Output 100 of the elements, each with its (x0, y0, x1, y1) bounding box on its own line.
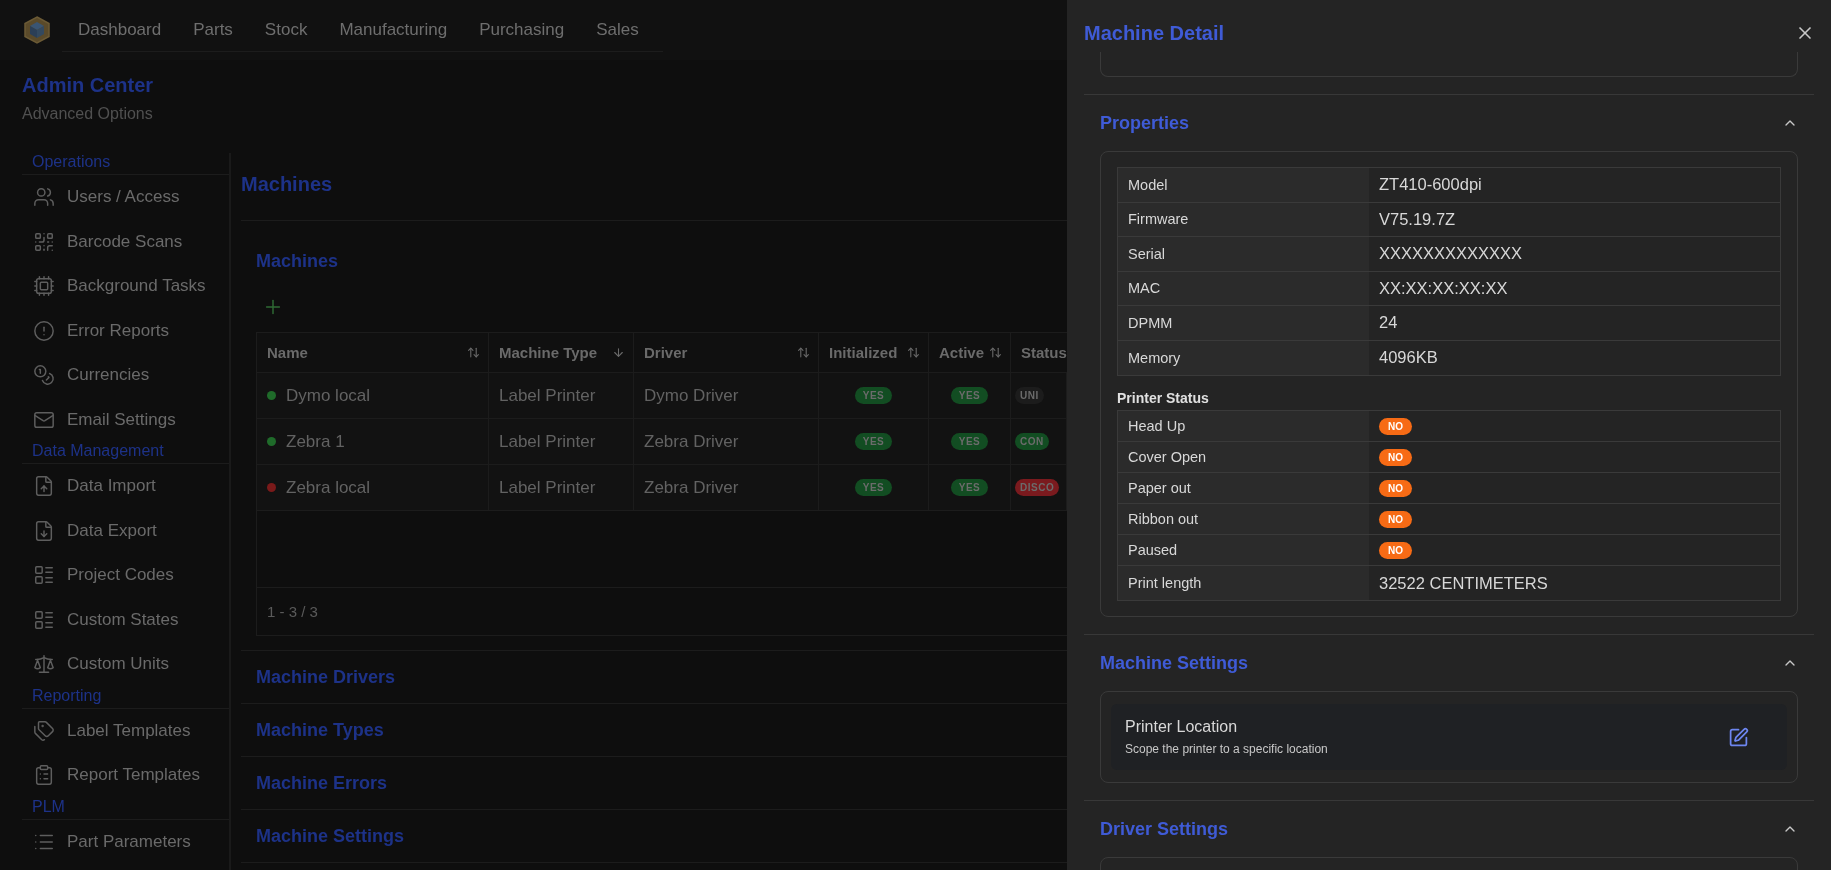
column-header[interactable]: Machine Type (489, 333, 634, 372)
accordion-header[interactable]: Properties (1084, 95, 1814, 151)
sidebar-item[interactable]: Error Reports (22, 308, 229, 353)
property-value: XXXXXXXXXXXXX (1378, 243, 1524, 265)
property-label: Paper out (1118, 473, 1369, 503)
page-title: Admin Center (21, 73, 155, 97)
column-header[interactable]: Active (929, 333, 1011, 372)
sidebar-item[interactable]: Barcode Scans (22, 219, 229, 264)
property-label: Ribbon out (1118, 504, 1369, 534)
nav-tab[interactable]: Manufacturing (323, 19, 464, 40)
edit-button[interactable] (1728, 726, 1749, 748)
property-label: Cover Open (1118, 442, 1369, 472)
sort-icon[interactable] (797, 346, 810, 359)
sidebar-item-icon (33, 608, 55, 631)
table-cell: Dymo local (286, 385, 371, 406)
sort-descending-icon[interactable] (612, 346, 625, 359)
table-cell: Zebra 1 (286, 431, 345, 452)
sidebar-item[interactable]: Currencies (22, 353, 229, 398)
sidebar-item-label: Currencies (67, 365, 150, 386)
table-cell: Dymo Driver (634, 373, 819, 418)
page-subtitle: Advanced Options (21, 104, 154, 123)
property-label: Memory (1118, 340, 1369, 375)
yes-badge: YES (854, 387, 893, 404)
property-label: Print length (1118, 566, 1369, 600)
property-value: XX:XX:XX:XX:XX (1378, 277, 1509, 299)
sidebar-item-icon (33, 564, 55, 587)
sidebar-item-icon (33, 230, 55, 253)
sidebar-section-title: Reporting (22, 686, 229, 709)
no-badge: NO (1379, 541, 1412, 559)
sidebar-section-title: Data Management (22, 442, 229, 464)
column-header[interactable]: Initialized (819, 333, 929, 372)
status-badge: UNI (1015, 387, 1044, 404)
sidebar-item-label: Email Settings (67, 409, 176, 430)
sidebar-section-title: Operations (22, 153, 229, 175)
status-badge: CON (1015, 433, 1049, 450)
sidebar-item-label: Data Export (67, 520, 157, 541)
sidebar-item[interactable]: Users / Access (22, 175, 229, 220)
sidebar-item-label: Custom States (67, 609, 179, 630)
sidebar-section-title: PLM (22, 797, 229, 820)
sidebar-item[interactable]: Custom Units (22, 642, 229, 687)
property-label: DPMM (1118, 306, 1369, 340)
logo-icon[interactable] (24, 16, 50, 44)
sidebar-item[interactable]: Data Import (22, 464, 229, 509)
property-value: ZT410-600dpi (1378, 174, 1483, 196)
property-value: 4096KB (1378, 347, 1439, 369)
sidebar-item[interactable]: Label Templates (22, 708, 229, 753)
sidebar-item-label: Error Reports (67, 320, 170, 341)
column-header[interactable]: Driver (634, 333, 819, 372)
yes-badge: YES (950, 387, 989, 404)
sidebar-item-label: Part Parameters (67, 831, 191, 852)
status-badge: DISCO (1015, 479, 1060, 496)
property-label: Head Up (1118, 411, 1369, 441)
sidebar-item[interactable]: Project Codes (22, 553, 229, 598)
table-cell: Label Printer (489, 419, 634, 464)
sidebar-item[interactable]: Email Settings (22, 397, 229, 442)
column-header[interactable]: Name (257, 333, 489, 372)
yes-badge: YES (950, 433, 989, 450)
sidebar-item-icon (33, 719, 55, 742)
nav-tab[interactable]: Purchasing (463, 19, 581, 40)
nav-tab[interactable]: Parts (177, 19, 249, 40)
nav-tab[interactable]: Stock (248, 19, 324, 40)
sidebar-item[interactable]: Custom States (22, 597, 229, 642)
property-label: Firmware (1118, 202, 1369, 236)
sidebar-item-label: Users / Access (67, 187, 180, 208)
property-label: Serial (1118, 237, 1369, 271)
sidebar-item-label: Background Tasks (67, 276, 206, 297)
sidebar-item-label: Barcode Scans (67, 231, 183, 252)
no-badge: NO (1379, 510, 1412, 528)
sidebar-item[interactable]: Report Templates (22, 753, 229, 798)
setting-label: Printer Location (1125, 718, 1239, 736)
sidebar-item[interactable]: Background Tasks (22, 264, 229, 309)
sort-icon[interactable] (467, 346, 480, 359)
property-label: MAC (1118, 271, 1369, 305)
accordion-header[interactable]: Machine Settings (1084, 635, 1814, 691)
property-value: 24 (1378, 312, 1399, 334)
nav-tab[interactable]: Sales (580, 19, 655, 40)
drawer-title: Machine Detail (1084, 21, 1225, 45)
no-badge: NO (1379, 448, 1412, 466)
property-value: 32522 CENTIMETERS (1379, 573, 1548, 593)
sidebar-item-label: Custom Units (67, 654, 170, 675)
pagination-text: 1 - 3 / 3 (266, 602, 319, 622)
no-badge: NO (1379, 479, 1412, 497)
sidebar-item[interactable]: Part Parameters (22, 819, 229, 864)
panel-title: Machines (256, 251, 340, 272)
accordion-header[interactable]: Driver Settings (1084, 801, 1814, 857)
section-title: Machines (241, 153, 1067, 221)
sidebar-item-icon (33, 275, 55, 298)
sidebar-item-label: Report Templates (67, 765, 200, 786)
sidebar-item-icon (33, 319, 55, 342)
sort-icon[interactable] (989, 346, 1002, 359)
sidebar-item[interactable]: Data Export (22, 508, 229, 553)
yes-badge: YES (950, 479, 989, 496)
sidebar-item-label: Label Templates (67, 720, 191, 741)
sidebar-item-icon (33, 653, 55, 676)
setting-description: Scope the printer to a specific location (1125, 742, 1328, 756)
sidebar-item-icon (33, 186, 55, 209)
table-cell: Zebra Driver (634, 419, 819, 464)
nav-tab[interactable]: Dashboard (62, 19, 178, 40)
sort-icon[interactable] (907, 346, 920, 359)
no-badge: NO (1379, 417, 1412, 435)
